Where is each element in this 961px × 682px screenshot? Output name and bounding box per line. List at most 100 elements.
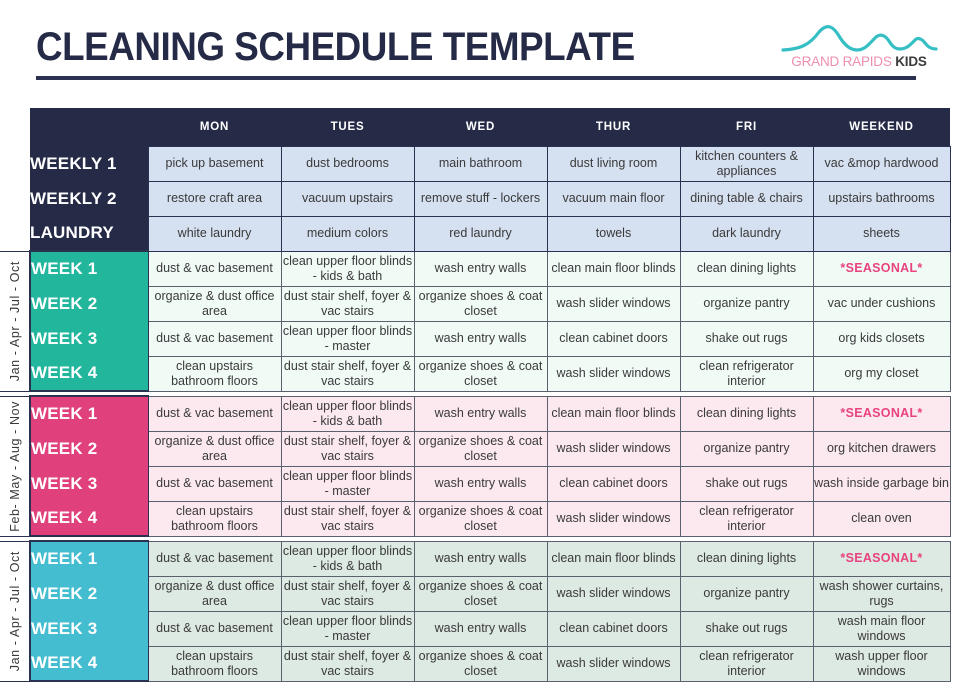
task-cell[interactable]: org kitchen drawers bbox=[812, 430, 951, 467]
task-cell[interactable]: clean upper floor blinds - kids & bath bbox=[280, 395, 415, 432]
task-cell[interactable]: wash upper floor windows bbox=[812, 645, 951, 682]
task-cell[interactable]: wash entry walls bbox=[413, 250, 548, 287]
task-cell[interactable]: wash slider windows bbox=[546, 645, 681, 682]
table-row: WEEK 3 dust & vac basement clean upper flo… bbox=[0, 320, 951, 357]
task-cell[interactable]: organize shoes & coat closet bbox=[413, 285, 548, 322]
task-cell[interactable]: dust & vac basement bbox=[147, 540, 282, 577]
task-cell[interactable]: wash slider windows bbox=[546, 285, 681, 322]
task-cell[interactable]: dust stair shelf, foyer & vac stairs bbox=[280, 430, 415, 467]
task-cell[interactable]: wash entry walls bbox=[413, 540, 548, 577]
task-cell[interactable]: restore craft area bbox=[147, 180, 282, 217]
task-cell[interactable]: clean main floor blinds bbox=[546, 395, 681, 432]
task-cell[interactable]: wash entry walls bbox=[413, 395, 548, 432]
task-cell[interactable]: vacuum main floor bbox=[546, 180, 681, 217]
task-cell[interactable]: organize pantry bbox=[679, 285, 814, 322]
task-cell[interactable]: organize & dust office area bbox=[147, 285, 282, 322]
week-label-week-4: WEEK 4 bbox=[29, 356, 149, 392]
task-cell[interactable]: dark laundry bbox=[679, 215, 814, 252]
task-cell[interactable]: vac under cushions bbox=[812, 285, 951, 322]
task-cell[interactable]: organize shoes & coat closet bbox=[413, 645, 548, 682]
task-cell[interactable]: clean dining lights bbox=[679, 250, 814, 287]
task-cell[interactable]: shake out rugs bbox=[679, 465, 814, 502]
task-cell[interactable]: main bathroom bbox=[413, 145, 548, 182]
logo-brand-primary: GRAND RAPIDS bbox=[791, 54, 892, 69]
task-cell[interactable]: dining table & chairs bbox=[679, 180, 814, 217]
task-cell[interactable]: *SEASONAL* bbox=[812, 250, 951, 287]
task-cell[interactable]: organize pantry bbox=[679, 575, 814, 612]
task-cell[interactable]: organize & dust office area bbox=[147, 575, 282, 612]
task-cell[interactable]: medium colors bbox=[280, 215, 415, 252]
table-row: WEEK 4 clean upstairs bathroom floors dust… bbox=[0, 645, 951, 682]
month-spacer bbox=[0, 146, 30, 181]
week-label-week-2: WEEK 2 bbox=[29, 431, 149, 466]
task-cell[interactable]: clean dining lights bbox=[679, 540, 814, 577]
task-cell[interactable]: dust stair shelf, foyer & vac stairs bbox=[280, 285, 415, 322]
task-cell[interactable]: towels bbox=[546, 215, 681, 252]
task-cell[interactable]: dust stair shelf, foyer & vac stairs bbox=[280, 500, 415, 537]
task-cell[interactable]: wash entry walls bbox=[413, 320, 548, 357]
task-cell[interactable]: shake out rugs bbox=[679, 320, 814, 357]
task-cell[interactable]: organize shoes & coat closet bbox=[413, 575, 548, 612]
task-cell[interactable]: clean cabinet doors bbox=[546, 465, 681, 502]
task-cell[interactable]: wash entry walls bbox=[413, 465, 548, 502]
month-spacer bbox=[0, 181, 30, 216]
task-cell[interactable]: pick up basement bbox=[147, 145, 282, 182]
task-cell[interactable]: organize & dust office area bbox=[147, 430, 282, 467]
task-cell[interactable]: org kids closets bbox=[812, 320, 951, 357]
task-cell[interactable]: clean upper floor blinds - kids & bath bbox=[280, 250, 415, 287]
task-cell[interactable]: organize shoes & coat closet bbox=[413, 430, 548, 467]
title-divider bbox=[36, 76, 916, 80]
task-cell[interactable]: clean upper floor blinds - master bbox=[280, 610, 415, 647]
task-cell[interactable]: dust bedrooms bbox=[280, 145, 415, 182]
task-cell[interactable]: dust stair shelf, foyer & vac stairs bbox=[280, 645, 415, 682]
task-cell[interactable]: wash slider windows bbox=[546, 500, 681, 537]
task-cell[interactable]: wash slider windows bbox=[546, 355, 681, 392]
task-cell[interactable]: clean upper floor blinds - master bbox=[280, 320, 415, 357]
task-cell[interactable]: clean main floor blinds bbox=[546, 540, 681, 577]
column-header-mon: MON bbox=[148, 108, 281, 146]
task-cell[interactable]: wash slider windows bbox=[546, 575, 681, 612]
task-cell[interactable]: dust stair shelf, foyer & vac stairs bbox=[280, 575, 415, 612]
task-cell[interactable]: wash entry walls bbox=[413, 610, 548, 647]
task-cell[interactable]: dust & vac basement bbox=[147, 320, 282, 357]
task-cell[interactable]: kitchen counters & appliances bbox=[679, 145, 814, 182]
task-cell[interactable]: clean dining lights bbox=[679, 395, 814, 432]
task-cell[interactable]: wash inside garbage bin bbox=[812, 465, 951, 502]
task-cell[interactable]: clean cabinet doors bbox=[546, 320, 681, 357]
task-cell[interactable]: dust & vac basement bbox=[147, 250, 282, 287]
task-cell[interactable]: sheets bbox=[812, 215, 951, 252]
task-cell[interactable]: organize pantry bbox=[679, 430, 814, 467]
task-cell[interactable]: dust & vac basement bbox=[147, 610, 282, 647]
task-cell[interactable]: clean oven bbox=[812, 500, 951, 537]
task-cell[interactable]: *SEASONAL* bbox=[812, 540, 951, 577]
task-cell[interactable]: *SEASONAL* bbox=[812, 395, 951, 432]
task-cell[interactable]: organize shoes & coat closet bbox=[413, 355, 548, 392]
task-cell[interactable]: remove stuff - lockers bbox=[413, 180, 548, 217]
task-cell[interactable]: clean upper floor blinds - kids & bath bbox=[280, 540, 415, 577]
task-cell[interactable]: clean main floor blinds bbox=[546, 250, 681, 287]
task-cell[interactable]: dust stair shelf, foyer & vac stairs bbox=[280, 355, 415, 392]
task-cell[interactable]: clean upper floor blinds - master bbox=[280, 465, 415, 502]
task-cell[interactable]: dust & vac basement bbox=[147, 395, 282, 432]
task-cell[interactable]: shake out rugs bbox=[679, 610, 814, 647]
task-cell[interactable]: clean upstairs bathroom floors bbox=[147, 500, 282, 537]
task-cell[interactable]: clean cabinet doors bbox=[546, 610, 681, 647]
task-cell[interactable]: upstairs bathrooms bbox=[812, 180, 951, 217]
task-cell[interactable]: clean upstairs bathroom floors bbox=[147, 645, 282, 682]
task-cell[interactable]: dust & vac basement bbox=[147, 465, 282, 502]
task-cell[interactable]: dust living room bbox=[546, 145, 681, 182]
task-cell[interactable]: wash slider windows bbox=[546, 430, 681, 467]
task-cell[interactable]: clean refrigerator interior bbox=[679, 645, 814, 682]
task-cell[interactable]: clean refrigerator interior bbox=[679, 355, 814, 392]
task-cell[interactable]: org my closet bbox=[812, 355, 951, 392]
task-cell[interactable]: organize shoes & coat closet bbox=[413, 500, 548, 537]
task-cell[interactable]: clean upstairs bathroom floors bbox=[147, 355, 282, 392]
task-cell[interactable]: wash main floor windows bbox=[812, 610, 951, 647]
task-cell[interactable]: vac &mop hardwood bbox=[812, 145, 951, 182]
task-cell[interactable]: white laundry bbox=[147, 215, 282, 252]
task-cell[interactable]: vacuum upstairs bbox=[280, 180, 415, 217]
table-row: LAUNDRY white laundry medium colors red lau… bbox=[0, 215, 951, 252]
task-cell[interactable]: red laundry bbox=[413, 215, 548, 252]
task-cell[interactable]: clean refrigerator interior bbox=[679, 500, 814, 537]
task-cell[interactable]: wash shower curtains, rugs bbox=[812, 575, 951, 612]
